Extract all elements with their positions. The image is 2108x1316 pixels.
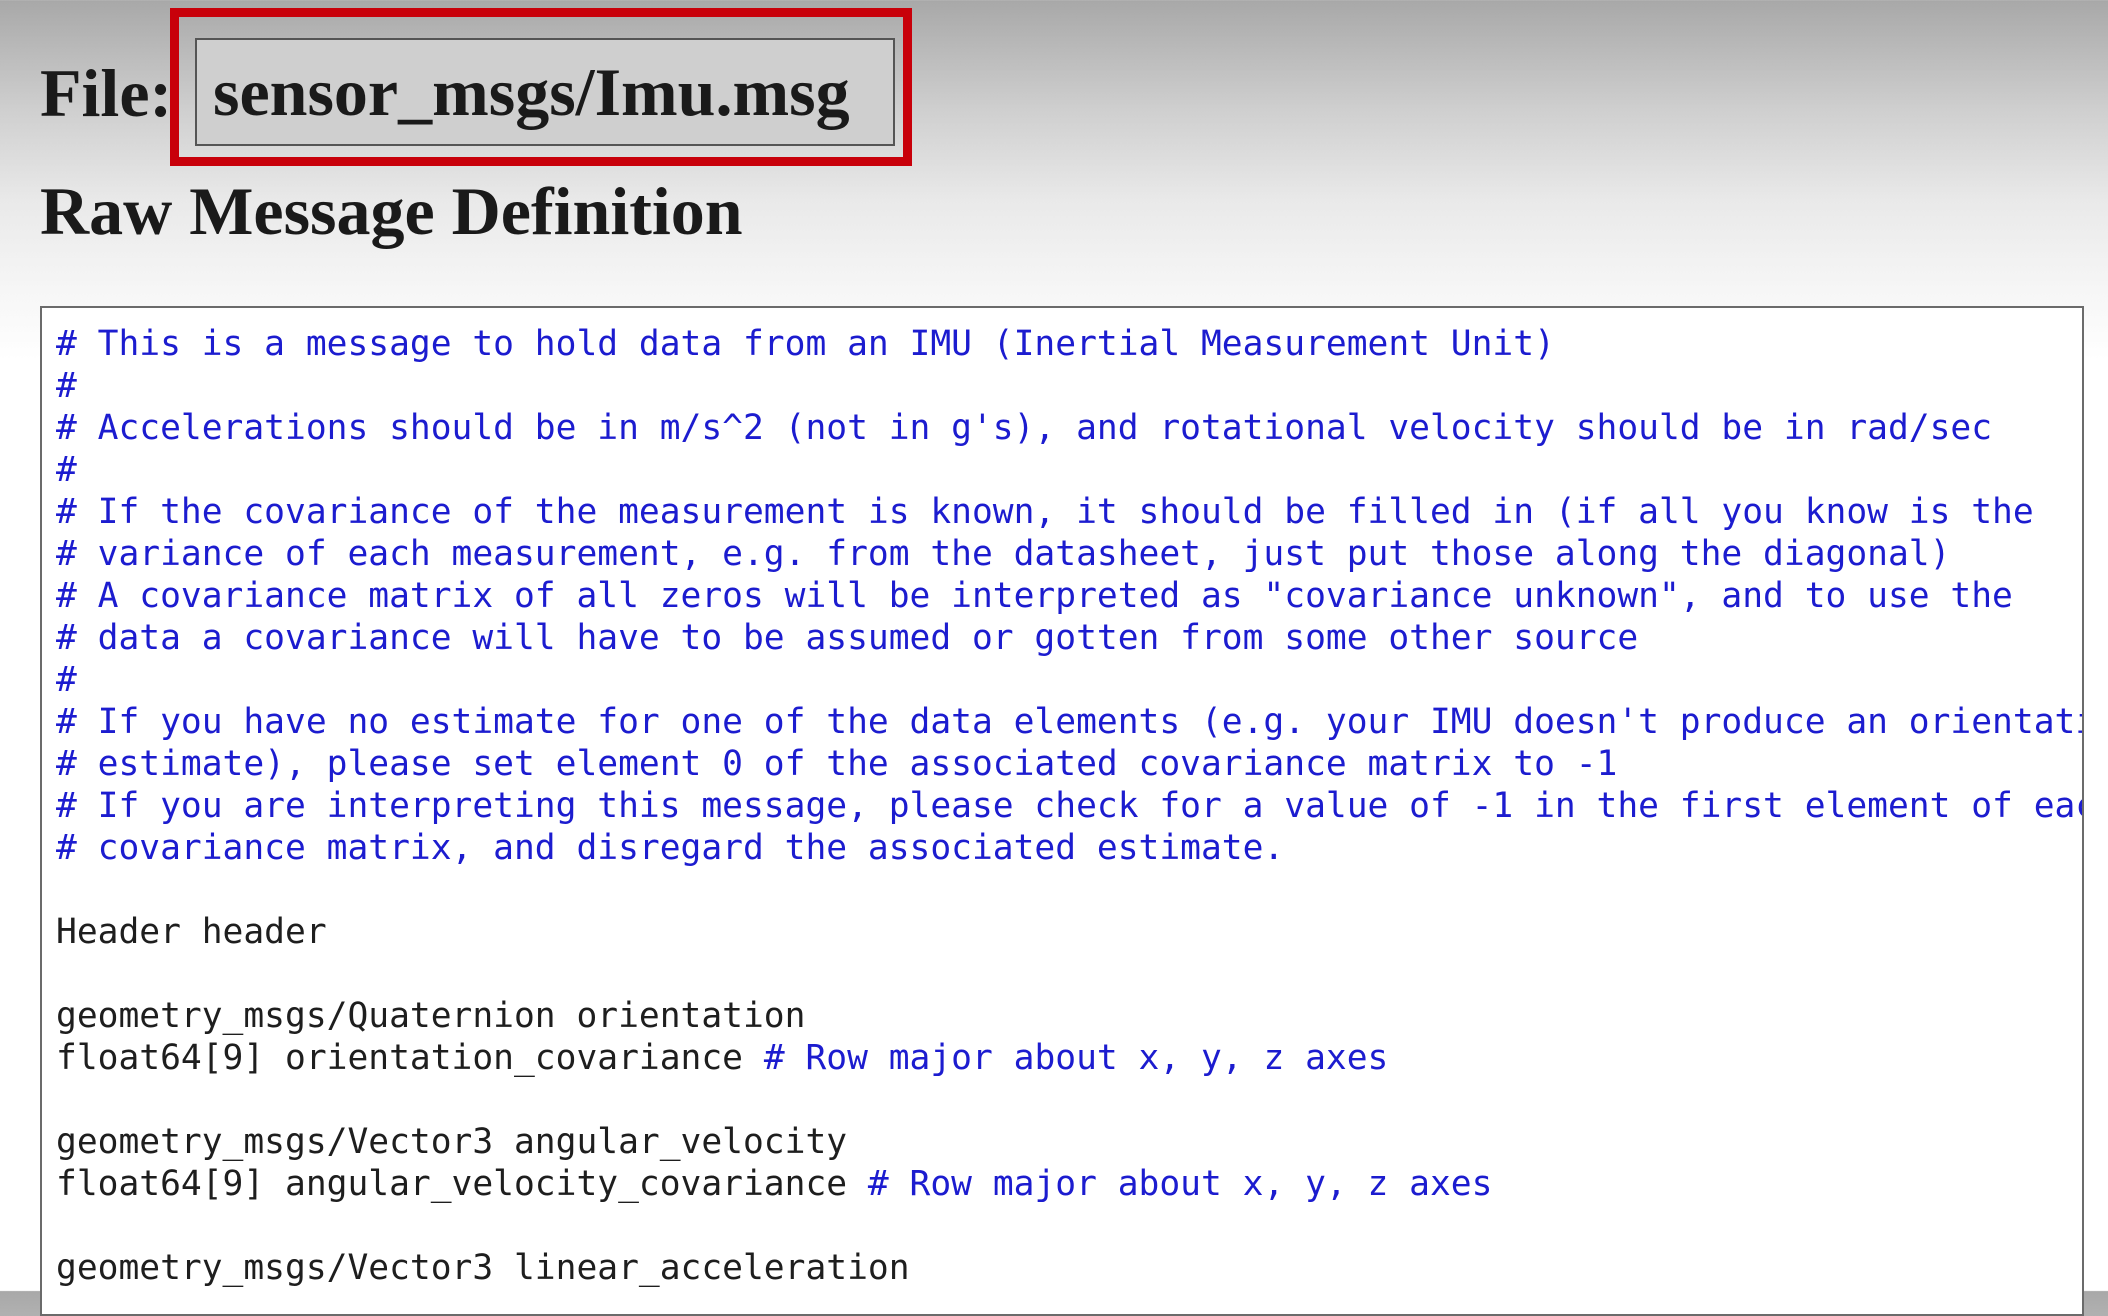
code-comment: # Row major about x, y, z axes: [867, 1164, 1493, 1204]
code-comment: # This is a message to hold data from an…: [56, 324, 1555, 364]
code-line: # covariance matrix, and disregard the a…: [56, 827, 1284, 869]
raw-message-definition-box: # This is a message to hold data from an…: [40, 306, 2084, 1316]
code-comment: #: [56, 450, 77, 490]
code-text: float64[9] orientation_covariance: [56, 1038, 764, 1078]
code-line: # data a covariance will have to be assu…: [56, 617, 1638, 659]
highlight-annotation-box: [170, 8, 912, 166]
code-line: # A covariance matrix of all zeros will …: [56, 575, 2013, 617]
code-comment: # A covariance matrix of all zeros will …: [56, 576, 2013, 616]
code-line: geometry_msgs/Quaternion orientation: [56, 995, 805, 1037]
code-line: Header header: [56, 911, 327, 953]
code-line: # If the covariance of the measurement i…: [56, 491, 2034, 533]
code-comment: # data a covariance will have to be assu…: [56, 618, 1639, 658]
file-label: File:: [40, 54, 190, 131]
code-line: # This is a message to hold data from an…: [56, 323, 1555, 365]
code-line: geometry_msgs/Vector3 linear_acceleratio…: [56, 1247, 910, 1289]
section-title: Raw Message Definition: [40, 173, 743, 249]
code-line: float64[9] orientation_covariance # Row …: [56, 1037, 1388, 1079]
code-comment: # estimate), please set element 0 of the…: [56, 744, 1618, 784]
code-comment: # If the covariance of the measurement i…: [56, 492, 2034, 532]
code-text: geometry_msgs/Quaternion orientation: [56, 996, 806, 1036]
code-comment: # If you are interpreting this message, …: [56, 786, 2084, 826]
code-comment: # Accelerations should be in m/s^2 (not …: [56, 408, 1993, 448]
code-text: float64[9] angular_velocity_covariance: [56, 1164, 868, 1204]
code-line: geometry_msgs/Vector3 angular_velocity: [56, 1121, 847, 1163]
code-line: float64[9] angular_velocity_covariance #…: [56, 1163, 1492, 1205]
code-comment: #: [56, 660, 77, 700]
code-text: geometry_msgs/Vector3 linear_acceleratio…: [56, 1248, 910, 1288]
code-line: # If you are interpreting this message, …: [56, 785, 2084, 827]
code-comment: # Row major about x, y, z axes: [763, 1038, 1389, 1078]
file-header: File:: [40, 18, 189, 168]
code-text: geometry_msgs/Vector3 angular_velocity: [56, 1122, 848, 1162]
code-line: # estimate), please set element 0 of the…: [56, 743, 1617, 785]
code-line: # Accelerations should be in m/s^2 (not …: [56, 407, 1992, 449]
code-line: #: [56, 659, 77, 701]
code-comment: # covariance matrix, and disregard the a…: [56, 828, 1285, 868]
code-comment: # If you have no estimate for one of the…: [56, 702, 2084, 742]
code-line: # If you have no estimate for one of the…: [56, 701, 2084, 743]
code-comment: # variance of each measurement, e.g. fro…: [56, 534, 1951, 574]
code-line: # variance of each measurement, e.g. fro…: [56, 533, 1950, 575]
code-comment: #: [56, 366, 77, 406]
code-line: #: [56, 449, 77, 491]
code-line: #: [56, 365, 77, 407]
code-text: Header header: [56, 912, 327, 952]
